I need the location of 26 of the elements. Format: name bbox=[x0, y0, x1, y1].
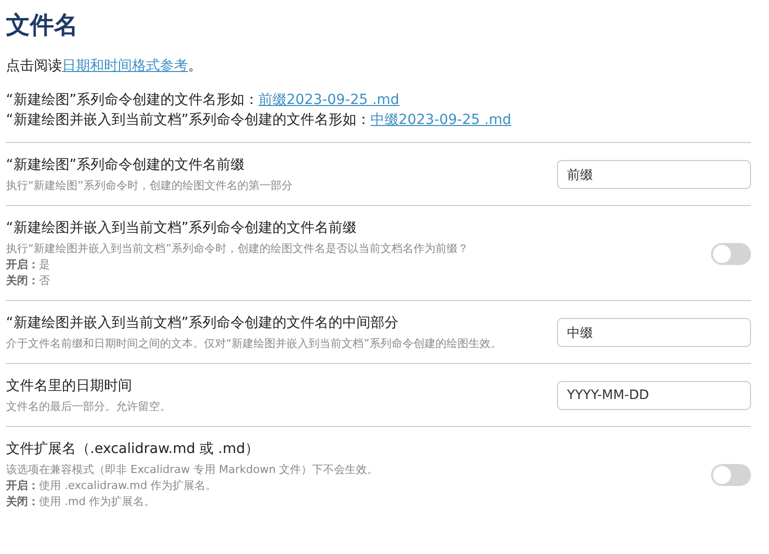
setting-description: 开启：使用 .excalidraw.md 作为扩展名。 bbox=[6, 478, 218, 494]
setting-description: 执行“新建绘图并嵌入到当前文档”系列命令时，创建的绘图文件名是否以当前文档名作为前缀？ bbox=[6, 241, 470, 257]
setting-description: 开启：是 bbox=[6, 257, 51, 273]
reference-link[interactable]: 日期和时间格式参考 bbox=[62, 58, 188, 74]
example-text: “新建绘图并嵌入到当前文档”系列命令创建的文件名形如：中缀2023-09-25 .md bbox=[6, 111, 512, 130]
setting-name: “新建绘图并嵌入到当前文档”系列命令创建的文件名的中间部分 bbox=[6, 314, 400, 333]
setting-description: 关闭：使用 .md 作为扩展名。 bbox=[6, 494, 156, 510]
setting-name: 文件名里的日期时间 bbox=[6, 377, 133, 396]
setting-name: “新建绘图并嵌入到当前文档”系列命令创建的文件名前缀 bbox=[6, 219, 358, 238]
filename-link[interactable]: 中缀2023-09-25 .md bbox=[370, 112, 512, 128]
toggle-switch[interactable] bbox=[711, 464, 751, 486]
setting-description: 该选项在兼容模式（即非 Excalidraw 专用 Markdown 文件）下不会生效。 bbox=[6, 462, 380, 478]
toggle-switch[interactable] bbox=[711, 242, 751, 264]
filename-link[interactable]: 前缀2023-09-25 .md bbox=[258, 92, 400, 108]
text-field[interactable]: 中缀 bbox=[557, 318, 751, 347]
text-field[interactable]: YYYY-MM-DD bbox=[557, 381, 751, 410]
setting-description: 介于文件名前缀和日期时间之间的文本。仅对“新建绘图并嵌入到当前文档”系列命令创建的绘图生效。 bbox=[6, 336, 502, 352]
example-text: “新建绘图”系列命令创建的文件名形如：前缀2023-09-25 .md bbox=[6, 91, 400, 110]
setting-description: 执行“新建绘图”系列命令时，创建的绘图文件名的第一部分 bbox=[6, 178, 294, 194]
setting-name: “新建绘图”系列命令创建的文件名前缀 bbox=[6, 156, 246, 175]
section-heading: 文件名 bbox=[6, 10, 79, 41]
setting-description: 文件名的最后一部分。允许留空。 bbox=[6, 399, 172, 415]
intro-text: 点击阅读日期和时间格式参考。 bbox=[6, 57, 203, 76]
setting-name: 文件扩展名（.excalidraw.md 或 .md） bbox=[6, 440, 260, 459]
text-field[interactable]: 前缀 bbox=[557, 160, 751, 189]
setting-description: 关闭：否 bbox=[6, 273, 51, 289]
